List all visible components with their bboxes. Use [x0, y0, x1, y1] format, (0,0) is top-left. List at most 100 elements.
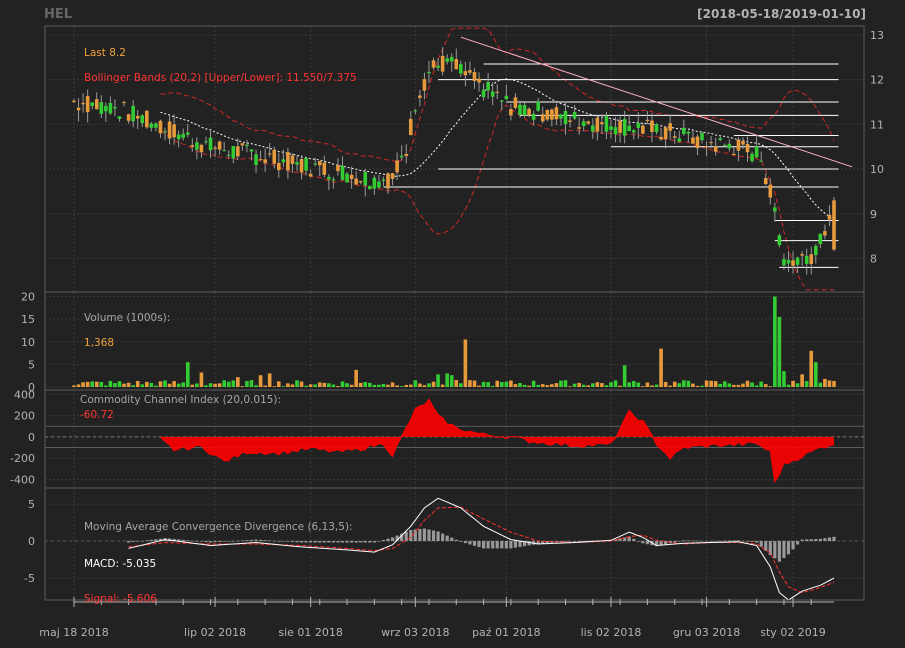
volume-bar [149, 382, 154, 387]
candle-body [827, 214, 832, 220]
candle-body [172, 124, 176, 138]
volume-bar [94, 381, 99, 387]
candle-body [381, 179, 386, 181]
volume-bar [304, 385, 308, 387]
candle-body [481, 89, 486, 98]
volume-bar [672, 381, 677, 387]
volume-bar [158, 381, 163, 387]
macd-histogram-bar [468, 541, 472, 545]
candle-body [777, 235, 782, 246]
candle-body [668, 123, 672, 131]
candle-body [504, 95, 509, 100]
candle-body [304, 157, 308, 171]
macd-histogram-bar [204, 541, 208, 543]
volume-bar [600, 383, 604, 387]
macd-histogram-bar [777, 541, 781, 562]
candle-body [540, 114, 545, 122]
candle-body [641, 125, 645, 134]
candle-body [145, 110, 149, 128]
candle-body [454, 59, 459, 70]
candle-body [436, 65, 440, 68]
volume-bar [718, 383, 723, 387]
volume-bar [759, 381, 763, 387]
volume-bar [76, 384, 81, 387]
volume-y-tick-label: 10 [21, 336, 35, 349]
candle-body [222, 150, 226, 152]
volume-bar [185, 362, 190, 387]
volume-bar [81, 382, 85, 387]
volume-bar [622, 365, 627, 387]
volume-bar [249, 380, 254, 387]
macd-histogram-bar [582, 540, 586, 542]
macd-histogram-bar [327, 541, 331, 543]
cci-y-tick-label: 400 [14, 388, 35, 401]
candle-body [176, 134, 181, 140]
candle-body [631, 130, 636, 133]
candle-body [163, 131, 167, 133]
macd-histogram-bar [363, 541, 367, 543]
macd-histogram-bar [190, 540, 194, 542]
candle-body [140, 115, 145, 124]
volume-bar [126, 382, 131, 387]
candle-body [559, 114, 563, 119]
candle-body [695, 136, 700, 149]
volume-bar [636, 382, 641, 387]
volume-bar [236, 377, 240, 387]
price-y-tick-label: 8 [870, 252, 877, 265]
volume-bar [722, 381, 727, 387]
volume-bar [395, 385, 399, 387]
candle-body [108, 103, 113, 114]
volume-bar [513, 384, 518, 387]
candle-body [795, 257, 800, 265]
volume-bar [654, 384, 659, 387]
volume-bar [786, 384, 791, 387]
x-axis-date-label: sty 02 2019 [760, 626, 826, 639]
macd-histogram-bar [463, 541, 467, 544]
volume-bar [668, 385, 672, 387]
volume-bar [809, 350, 814, 387]
candle-body [718, 138, 723, 140]
volume-bar [117, 381, 122, 387]
candle-body [390, 173, 395, 179]
volume-bar [422, 385, 427, 387]
macd-y-tick-label: -5 [24, 572, 35, 585]
macd-histogram-bar [140, 540, 144, 542]
macd-histogram-bar [377, 541, 381, 542]
macd-histogram-bar [286, 541, 290, 542]
candle-body [167, 121, 172, 139]
macd-histogram-bar [795, 541, 800, 545]
macd-histogram-bar [718, 540, 722, 542]
volume-bar [800, 374, 804, 387]
volume-bar [663, 381, 668, 387]
volume-y-tick-label: 15 [21, 313, 35, 326]
volume-bar [267, 373, 272, 387]
candle-body [600, 122, 604, 125]
candle-body [672, 136, 677, 138]
macd-histogram-bar [372, 541, 376, 543]
candle-body [750, 153, 754, 161]
candle-body [113, 106, 117, 109]
macd-histogram-bar [832, 536, 836, 542]
volume-bar [445, 373, 449, 387]
macd-histogram-bar [413, 529, 417, 542]
volume-bar [631, 381, 636, 387]
candle-body [90, 102, 95, 107]
candle-body [358, 180, 363, 183]
volume-bar [709, 380, 713, 387]
volume-bar [199, 372, 204, 387]
volume-bar [208, 383, 213, 387]
candle-body [727, 143, 732, 149]
volume-bar [659, 348, 663, 387]
volume-bar [768, 386, 773, 387]
macd-histogram-bar [636, 541, 640, 542]
candle-body [813, 245, 818, 256]
macd-y-tick-label: 5 [28, 498, 35, 511]
macd-histogram-bar [823, 538, 827, 542]
volume-bar [495, 380, 500, 387]
candle-body [317, 161, 322, 166]
candle-body [800, 254, 804, 256]
cci-title: Commodity Channel Index (20,0.015): [80, 394, 281, 406]
candle-body [299, 159, 304, 173]
macd-histogram-bar [386, 538, 390, 542]
volume-bar [559, 380, 563, 387]
